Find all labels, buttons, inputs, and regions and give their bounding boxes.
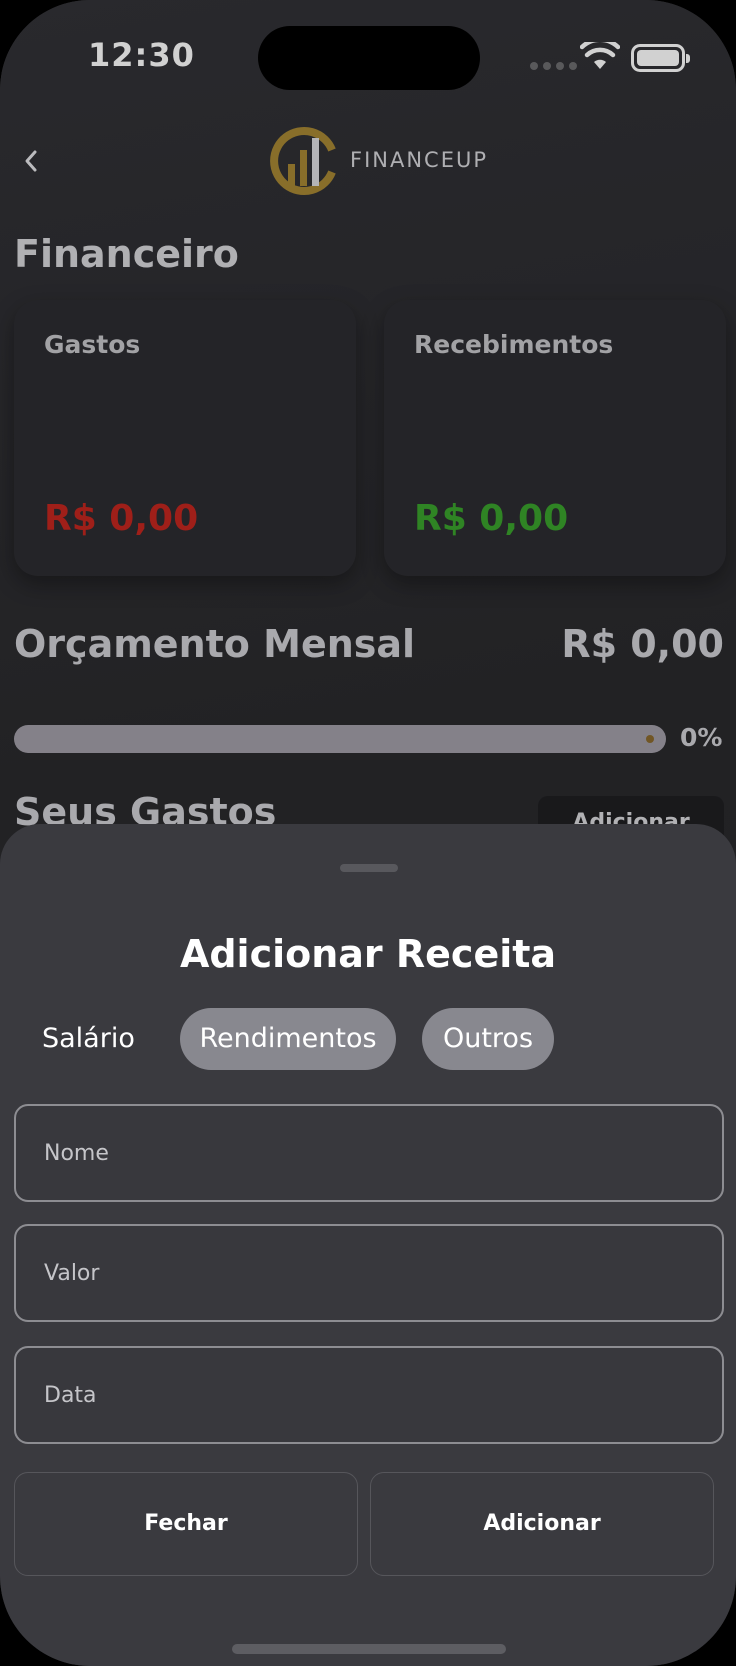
- name-input[interactable]: [16, 1106, 722, 1200]
- date-field[interactable]: [14, 1346, 724, 1444]
- value-field[interactable]: [14, 1224, 724, 1322]
- sheet-grabber[interactable]: [340, 864, 398, 872]
- close-button[interactable]: Fechar: [14, 1472, 358, 1576]
- category-other[interactable]: Outros: [422, 1008, 554, 1070]
- date-input[interactable]: [16, 1348, 722, 1442]
- add-income-sheet: Adicionar Receita Salário Rendimentos Ou…: [0, 824, 736, 1666]
- category-salary[interactable]: Salário: [42, 1008, 142, 1070]
- sheet-title: Adicionar Receita: [179, 932, 557, 976]
- home-indicator[interactable]: [232, 1644, 506, 1654]
- value-input[interactable]: [16, 1226, 722, 1320]
- name-field[interactable]: [14, 1104, 724, 1202]
- add-button[interactable]: Adicionar: [370, 1472, 714, 1576]
- category-income[interactable]: Rendimentos: [180, 1008, 396, 1070]
- phone-screen: 12:30 FINANCEUP Financeiro Gastos R$ 0,0…: [0, 0, 736, 1666]
